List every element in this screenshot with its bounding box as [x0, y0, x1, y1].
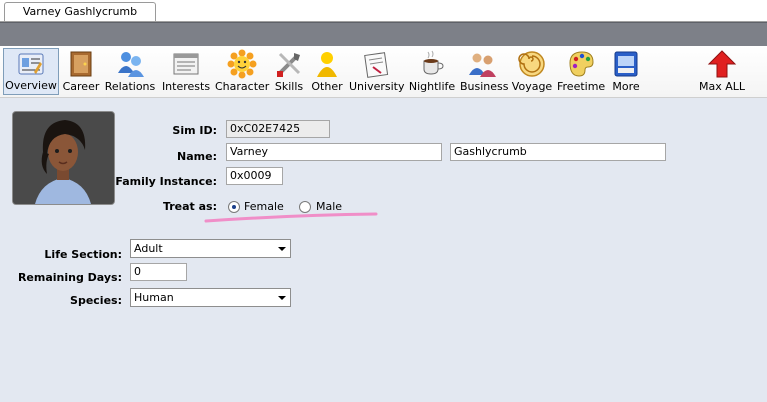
- max-all-icon: [707, 49, 737, 79]
- voyage-icon: [517, 49, 547, 79]
- species-label: Species:: [70, 294, 122, 307]
- toolbar-other-label: Other: [311, 80, 343, 93]
- toolbar-voyage-label: Voyage: [511, 80, 553, 93]
- toolbar-skills-label: Skills: [274, 80, 304, 93]
- business-icon: [467, 49, 497, 79]
- header-band: [0, 22, 767, 47]
- name-label: Name:: [177, 150, 217, 163]
- toolbar-interests-button[interactable]: Interests: [160, 48, 212, 95]
- toolbar-overview-button[interactable]: Overview: [3, 48, 59, 95]
- toolbar-career-button[interactable]: Career: [62, 48, 100, 95]
- other-icon: [312, 49, 342, 79]
- toolbar-other-button[interactable]: Other: [310, 48, 344, 95]
- toolbar-career-label: Career: [62, 80, 100, 93]
- freetime-icon: [566, 49, 596, 79]
- toolbar: Overview Career Relations Interests Char…: [0, 46, 767, 98]
- interests-icon: [171, 49, 201, 79]
- career-icon: [66, 49, 96, 79]
- life-section-select[interactable]: Adult: [130, 239, 291, 258]
- chevron-down-icon: [278, 296, 286, 300]
- toolbar-relations-button[interactable]: Relations: [104, 48, 156, 95]
- toolbar-skills-button[interactable]: Skills: [273, 48, 305, 95]
- highlight-underline: [204, 212, 378, 223]
- last-name-input[interactable]: Gashlycrumb: [450, 143, 666, 161]
- family-instance-input[interactable]: 0x0009: [226, 167, 283, 185]
- toolbar-more-label: More: [612, 80, 640, 93]
- remaining-days-input[interactable]: 0: [130, 263, 187, 281]
- family-instance-label: Family Instance:: [115, 175, 217, 188]
- skills-icon: [274, 49, 304, 79]
- first-name-input[interactable]: Varney: [226, 143, 442, 161]
- overview-icon: [16, 50, 46, 80]
- sim-id-label: Sim ID:: [172, 124, 217, 137]
- toolbar-business-label: Business: [460, 80, 509, 93]
- toolbar-freetime-button[interactable]: Freetime: [557, 48, 605, 95]
- toolbar-university-label: University: [349, 80, 405, 93]
- female-radio-dot: [232, 205, 236, 209]
- chevron-down-icon: [278, 247, 286, 251]
- toolbar-voyage-button[interactable]: Voyage: [510, 48, 554, 95]
- toolbar-more-button[interactable]: More: [610, 48, 642, 95]
- toolbar-max-all-label: Max ALL: [698, 80, 746, 93]
- remaining-days-label: Remaining Days:: [17, 271, 122, 284]
- toolbar-character-button[interactable]: Character: [215, 48, 269, 95]
- sim-portrait: [12, 111, 115, 205]
- toolbar-business-button[interactable]: Business: [460, 48, 509, 95]
- species-select[interactable]: Human: [130, 288, 291, 307]
- toolbar-character-label: Character: [215, 80, 270, 93]
- toolbar-nightlife-label: Nightlife: [408, 80, 456, 93]
- species-value: Human: [134, 291, 174, 304]
- toolbar-freetime-label: Freetime: [557, 80, 606, 93]
- toolbar-overview-label: Overview: [5, 79, 57, 92]
- treat-as-label: Treat as:: [162, 200, 217, 213]
- character-icon: [227, 49, 257, 79]
- university-icon: [361, 49, 391, 79]
- toolbar-interests-label: Interests: [161, 80, 211, 93]
- document-tab[interactable]: Varney Gashlycrumb: [4, 2, 156, 22]
- life-section-value: Adult: [134, 242, 163, 255]
- document-tabstrip: Varney Gashlycrumb: [0, 0, 767, 22]
- relations-icon: [115, 49, 145, 79]
- more-icon: [611, 49, 641, 79]
- toolbar-university-button[interactable]: University: [349, 48, 405, 95]
- toolbar-max-all-button[interactable]: Max ALL: [693, 48, 751, 95]
- toolbar-nightlife-button[interactable]: Nightlife: [408, 48, 456, 95]
- sim-id-field[interactable]: 0xC02E7425: [226, 120, 330, 138]
- toolbar-relations-label: Relations: [104, 80, 156, 93]
- nightlife-icon: [417, 49, 447, 79]
- life-section-label: Life Section:: [44, 248, 122, 261]
